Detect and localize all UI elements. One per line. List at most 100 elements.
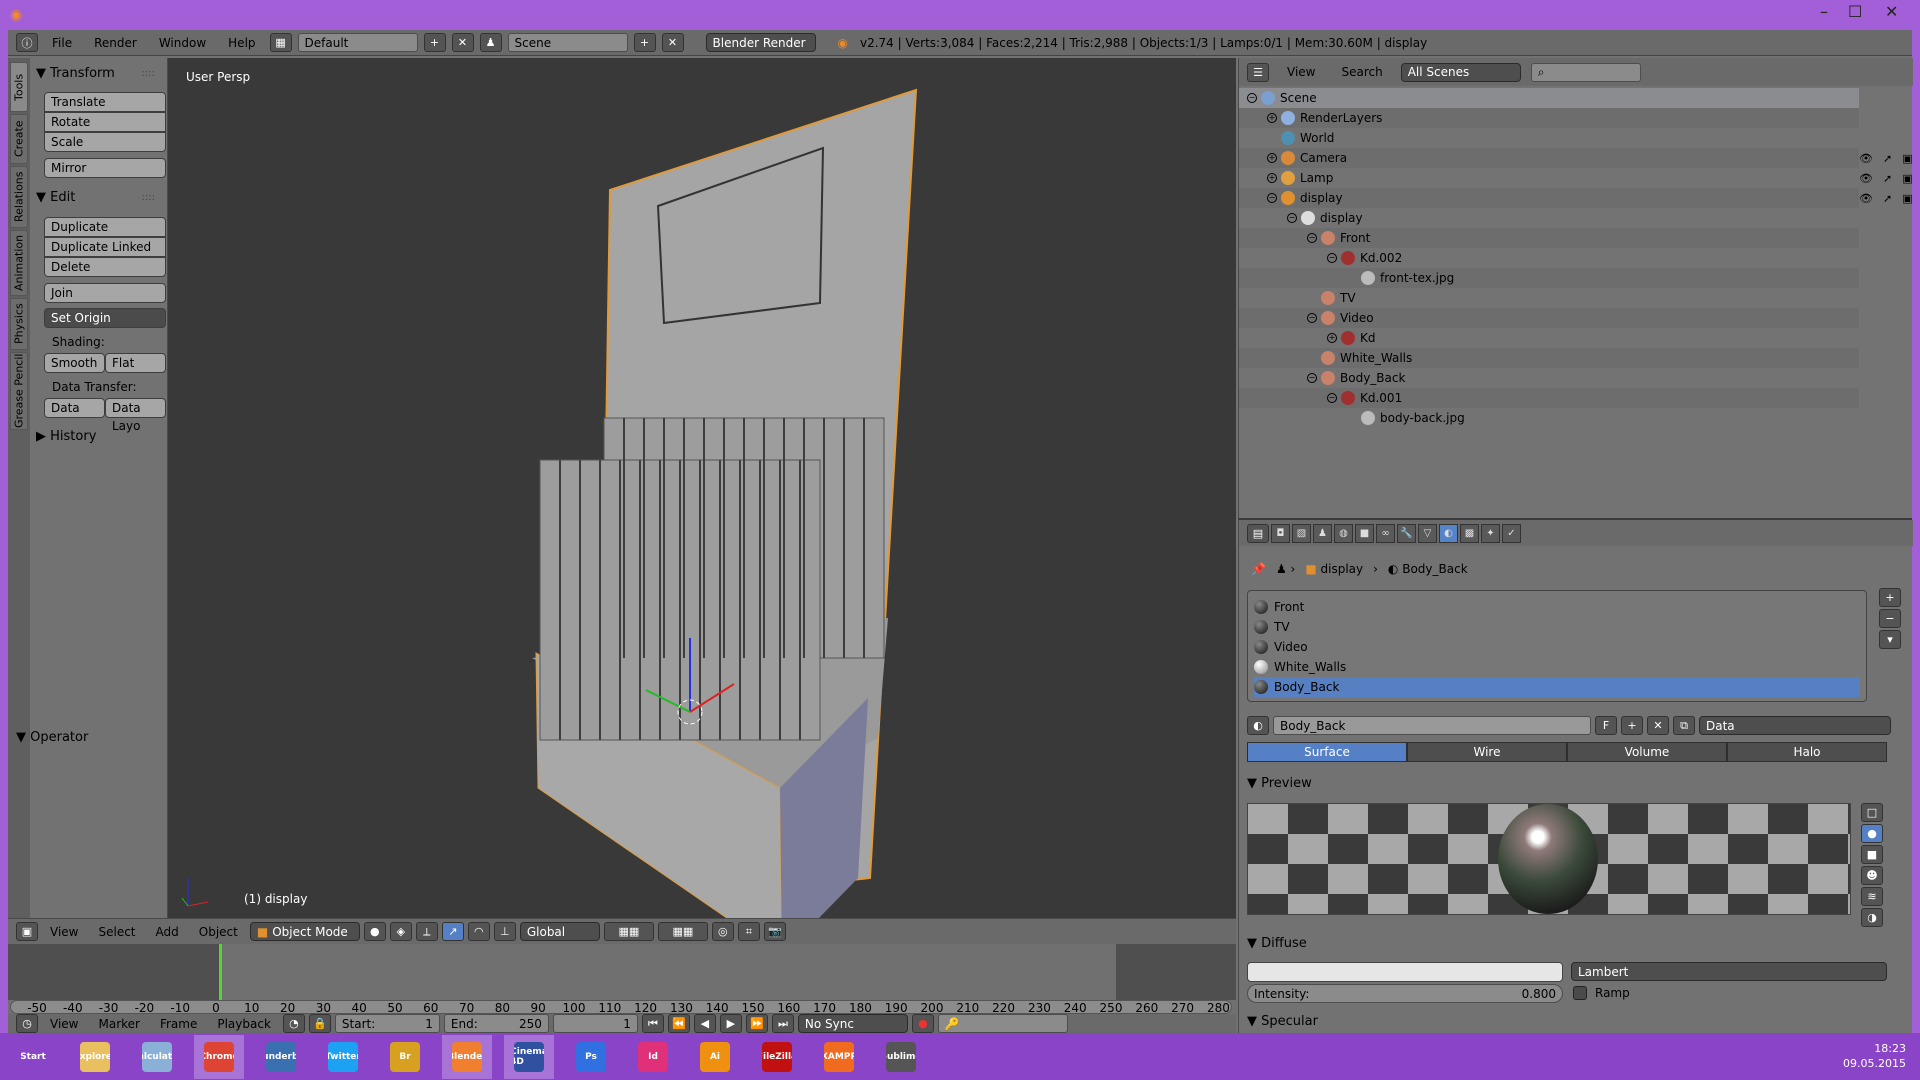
remove-scene-icon[interactable]: ✕ <box>661 33 684 52</box>
current-frame-marker[interactable] <box>219 944 222 1000</box>
intensity-slider[interactable]: Intensity: 0.800 <box>1247 984 1563 1003</box>
preview-range-icon[interactable]: ◔ <box>282 1014 305 1033</box>
physics-tab-icon[interactable]: ✓ <box>1502 523 1521 543</box>
outliner-row[interactable]: − display <box>1239 208 1859 228</box>
render-icon[interactable]: 📷 <box>763 922 786 941</box>
taskbar-app-br[interactable]: Br <box>380 1035 430 1079</box>
visibility-eye-icon[interactable]: 👁 <box>1859 172 1873 185</box>
menu-outliner-search[interactable]: Search <box>1333 65 1390 79</box>
record-icon[interactable]: ● <box>911 1014 934 1033</box>
visibility-eye-icon[interactable]: 👁 <box>1859 152 1873 165</box>
expand-toggle-icon[interactable]: − <box>1287 213 1297 223</box>
ramp-checkbox[interactable] <box>1573 986 1587 1000</box>
material-slot[interactable]: Front <box>1254 597 1860 617</box>
outliner-row[interactable]: − Video <box>1239 308 1859 328</box>
smooth-button[interactable]: Smooth <box>44 353 105 373</box>
diffuse-panel-header[interactable]: ▼ Diffuse <box>1247 936 1307 951</box>
outliner-row[interactable]: − Kd.002 <box>1239 248 1859 268</box>
material-slot[interactable]: Body_Back <box>1254 677 1860 697</box>
expand-toggle-icon[interactable]: − <box>1327 253 1337 263</box>
menu-window[interactable]: Window <box>151 36 214 50</box>
scene-selector-icon[interactable]: ♟ <box>479 33 502 52</box>
tab-volume[interactable]: Volume <box>1567 742 1727 762</box>
constraints-tab-icon[interactable]: ∞ <box>1376 523 1395 543</box>
prev-keyframe-icon[interactable]: ⏪ <box>667 1014 690 1033</box>
outliner-row[interactable]: − Kd.001 <box>1239 388 1859 408</box>
tab-halo[interactable]: Halo <box>1727 742 1887 762</box>
taskbar-app-ps[interactable]: Ps <box>566 1035 616 1079</box>
tab-relations[interactable]: Relations <box>10 166 28 228</box>
taskbar-app-filezilla[interactable]: FileZilla <box>752 1035 802 1079</box>
taskbar-app-ai[interactable]: Ai <box>690 1035 740 1079</box>
tab-grease-pencil[interactable]: Grease Pencil <box>10 352 28 430</box>
panel-operator-header[interactable]: ▼ Operator <box>16 730 88 745</box>
material-slot[interactable]: White_Walls <box>1254 657 1860 677</box>
tab-wire[interactable]: Wire <box>1407 742 1567 762</box>
layout-icon[interactable]: ▦ <box>269 33 292 52</box>
ramp-option[interactable]: Ramp <box>1573 986 1630 1000</box>
editor-type-3d-icon[interactable]: ▣ <box>16 922 38 941</box>
scale-manipulator-icon[interactable]: ⊥ <box>493 922 516 941</box>
panel-edit-header[interactable]: ▼ Edit <box>36 190 75 205</box>
menu-view[interactable]: View <box>42 925 86 939</box>
orientation-dropdown[interactable]: Global <box>519 922 600 941</box>
renderable-camera-icon[interactable]: ▣ <box>1902 192 1912 205</box>
selectable-cursor-icon[interactable]: ➚ <box>1883 172 1892 185</box>
data-transfer-button[interactable]: Data <box>44 398 105 418</box>
world-tab-icon[interactable]: ◍ <box>1334 523 1353 543</box>
preview-monkey-icon[interactable]: ☻ <box>1861 866 1883 885</box>
translate-manipulator-icon[interactable]: ↗ <box>441 922 464 941</box>
mode-dropdown[interactable]: ■ Object Mode <box>249 922 360 941</box>
object-tab-icon[interactable]: ■ <box>1355 523 1374 543</box>
expand-toggle-icon[interactable]: + <box>1267 113 1277 123</box>
close-button[interactable]: ✕ <box>1885 2 1898 21</box>
editor-type-info-icon[interactable]: ⓘ <box>16 33 38 52</box>
layers-icon[interactable]: ▦▦ <box>603 922 654 941</box>
proportional-edit-icon[interactable]: ◎ <box>711 922 734 941</box>
taskbar-app-xampp[interactable]: XAMPP <box>814 1035 864 1079</box>
outliner-row[interactable]: − display 👁 ➚ ▣ <box>1239 188 1913 208</box>
delete-button[interactable]: Delete <box>44 257 166 277</box>
menu-outliner-view[interactable]: View <box>1279 65 1323 79</box>
visibility-eye-icon[interactable]: 👁 <box>1859 192 1873 205</box>
menu-render[interactable]: Render <box>86 36 145 50</box>
end-frame-field[interactable]: End: 250 <box>443 1014 549 1033</box>
selectable-cursor-icon[interactable]: ➚ <box>1883 152 1892 165</box>
expand-toggle-icon[interactable]: − <box>1267 193 1277 203</box>
link-dropdown[interactable]: Data <box>1699 716 1891 735</box>
menu-select[interactable]: Select <box>90 925 143 939</box>
viewport-shading-icon[interactable]: ● <box>363 922 386 941</box>
data-layout-button[interactable]: Data Layo <box>105 398 166 433</box>
menu-file[interactable]: File <box>44 36 80 50</box>
material-tab-icon[interactable]: ◐ <box>1439 523 1458 543</box>
taskbar-app-explorer[interactable]: Explorer <box>70 1035 120 1079</box>
editor-type-outliner-icon[interactable]: ☰ <box>1247 62 1269 82</box>
outliner-row[interactable]: − Scene <box>1239 88 1859 108</box>
taskbar-app-id[interactable]: Id <box>628 1035 678 1079</box>
tab-surface[interactable]: Surface <box>1247 742 1407 762</box>
expand-toggle-icon[interactable]: − <box>1247 93 1257 103</box>
expand-toggle-icon[interactable]: − <box>1307 313 1317 323</box>
manipulator-icon[interactable]: ⟂ <box>415 922 438 941</box>
taskbar-app-blender[interactable]: Blender <box>442 1034 492 1079</box>
menu-help[interactable]: Help <box>220 36 263 50</box>
editor-type-timeline-icon[interactable]: ◷ <box>16 1014 38 1033</box>
remove-slot-icon[interactable]: − <box>1879 609 1901 628</box>
panel-history-header[interactable]: ▶ History <box>36 429 96 444</box>
new-material-icon[interactable]: + <box>1621 716 1643 735</box>
taskbar-app-cinema-4d[interactable]: Cinema 4D <box>504 1034 554 1079</box>
pin-icon[interactable]: 📌 <box>1251 562 1266 576</box>
minimize-button[interactable]: – <box>1820 2 1828 21</box>
material-slot[interactable]: Video <box>1254 637 1860 657</box>
taskbar-app-start[interactable]: Start <box>8 1035 58 1079</box>
menu-object[interactable]: Object <box>191 925 246 939</box>
rotate-button[interactable]: Rotate <box>44 112 166 132</box>
outliner-row[interactable]: + Kd <box>1239 328 1859 348</box>
rotate-manipulator-icon[interactable]: ◠ <box>467 922 490 941</box>
data-tab-icon[interactable]: ▽ <box>1418 523 1437 543</box>
particles-tab-icon[interactable]: ✦ <box>1481 523 1500 543</box>
material-slot[interactable]: TV <box>1254 617 1860 637</box>
duplicate-linked-button[interactable]: Duplicate Linked <box>44 237 166 257</box>
specular-panel-header[interactable]: ▼ Specular <box>1247 1014 1318 1029</box>
preview-cube-icon[interactable]: ■ <box>1861 845 1883 864</box>
